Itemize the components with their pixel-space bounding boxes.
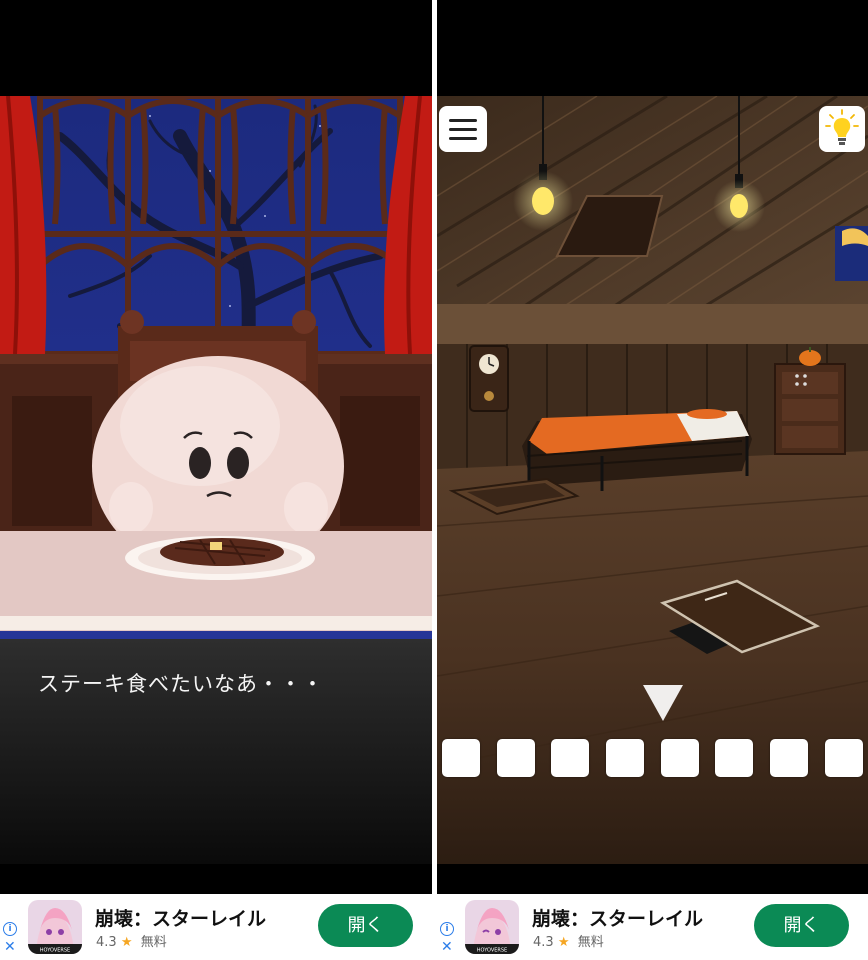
ad-banner[interactable]: i ✕ HOYOVERSE 崩壊：スターレイル 4.3 ★ 無料 開く	[0, 894, 432, 960]
drawer-cabinet[interactable]	[774, 363, 846, 455]
inventory-slot[interactable]	[551, 739, 589, 777]
app-icon[interactable]: HOYOVERSE	[465, 900, 519, 954]
left-screen: ステーキ食べたいなあ・・・ i ✕ HOYOVERSE 崩壊：スターレイル 4.…	[0, 0, 432, 960]
dialog-text: ステーキ食べたいなあ・・・	[38, 672, 324, 696]
inventory-slot[interactable]	[715, 739, 753, 777]
ad-app-name[interactable]: 崩壊：スターレイル	[95, 904, 266, 931]
inventory-slot[interactable]	[606, 739, 644, 777]
ad-info-icon[interactable]: i	[3, 922, 17, 936]
ad-app-name[interactable]: 崩壊：スターレイル	[532, 904, 703, 931]
window-frame	[37, 96, 403, 357]
inventory-slot[interactable]	[825, 739, 863, 777]
inventory-slot[interactable]	[497, 739, 535, 777]
inventory-slot[interactable]	[442, 739, 480, 777]
steak-plate	[125, 536, 315, 580]
app-badge-text: HOYOVERSE	[477, 948, 507, 954]
app-badge-text: HOYOVERSE	[40, 948, 70, 954]
right-screen: i ✕ HOYOVERSE 崩壊：スターレイル 4.3 ★ 無料 開く	[437, 0, 868, 960]
menu-button[interactable]	[439, 106, 487, 152]
hint-button[interactable]	[819, 106, 865, 152]
lightbulb-icon	[825, 109, 859, 145]
ad-open-button[interactable]: 開く	[754, 904, 849, 947]
ad-meta: 4.3 ★ 無料	[96, 931, 167, 950]
inventory-slot[interactable]	[770, 739, 808, 777]
ad-close-icon[interactable]: ✕	[4, 940, 16, 954]
down-arrow-icon[interactable]	[641, 683, 685, 727]
ad-info-icon[interactable]: i	[440, 922, 454, 936]
star-icon: ★	[557, 935, 570, 950]
ad-price: 無料	[577, 935, 604, 950]
wood-beam	[437, 304, 868, 344]
star-icon: ★	[120, 935, 133, 950]
ad-price: 無料	[140, 935, 167, 950]
ad-banner[interactable]: i ✕ HOYOVERSE 崩壊：スターレイル 4.3 ★ 無料 開く	[437, 894, 868, 960]
app-icon[interactable]: HOYOVERSE	[28, 900, 82, 954]
wall-clock[interactable]	[469, 345, 509, 412]
ad-meta: 4.3 ★ 無料	[533, 931, 604, 950]
ad-rating: 4.3	[96, 935, 117, 950]
attic-scene	[437, 96, 868, 864]
ad-rating: 4.3	[533, 935, 554, 950]
ad-open-button[interactable]: 開く	[318, 904, 413, 947]
dining-scene: ステーキ食べたいなあ・・・	[0, 96, 432, 864]
ad-close-icon[interactable]: ✕	[441, 940, 453, 954]
inventory-slot[interactable]	[661, 739, 699, 777]
